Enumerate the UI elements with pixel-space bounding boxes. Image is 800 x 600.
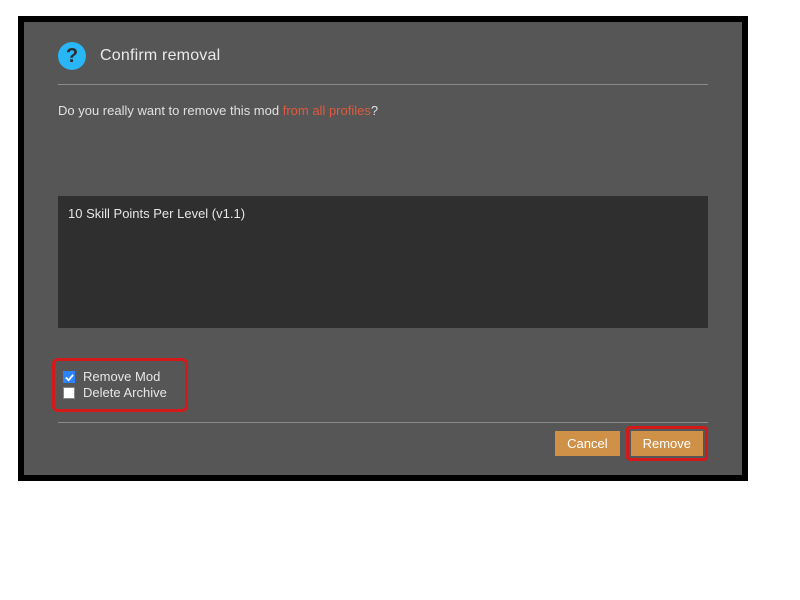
remove-mod-checkbox[interactable] [63, 371, 75, 383]
dialog-prompt: Do you really want to remove this mod fr… [58, 103, 708, 118]
dialog-footer: Cancel Remove [555, 426, 708, 461]
modal-backdrop: ? Confirm removal Do you really want to … [18, 16, 748, 481]
options-highlight-box: Remove Mod Delete Archive [52, 358, 188, 412]
prompt-prefix: Do you really want to remove this mod [58, 103, 283, 118]
remove-button[interactable]: Remove [631, 431, 703, 456]
confirm-removal-dialog: ? Confirm removal Do you really want to … [24, 22, 742, 475]
delete-archive-label: Delete Archive [83, 385, 167, 401]
prompt-emphasis: from all profiles [283, 103, 371, 118]
delete-archive-checkbox[interactable] [63, 387, 75, 399]
list-item[interactable]: 10 Skill Points Per Level (v1.1) [68, 204, 698, 223]
prompt-suffix: ? [371, 103, 378, 118]
delete-archive-option[interactable]: Delete Archive [63, 385, 167, 401]
footer-divider [58, 422, 708, 423]
remove-mod-option[interactable]: Remove Mod [63, 369, 167, 385]
dialog-header: ? Confirm removal [58, 42, 708, 85]
cancel-button[interactable]: Cancel [555, 431, 619, 456]
dialog-title: Confirm removal [100, 47, 220, 65]
mods-listbox[interactable]: 10 Skill Points Per Level (v1.1) [58, 196, 708, 328]
question-icon: ? [58, 42, 86, 70]
remove-mod-label: Remove Mod [83, 369, 160, 385]
remove-highlight-box: Remove [626, 426, 708, 461]
